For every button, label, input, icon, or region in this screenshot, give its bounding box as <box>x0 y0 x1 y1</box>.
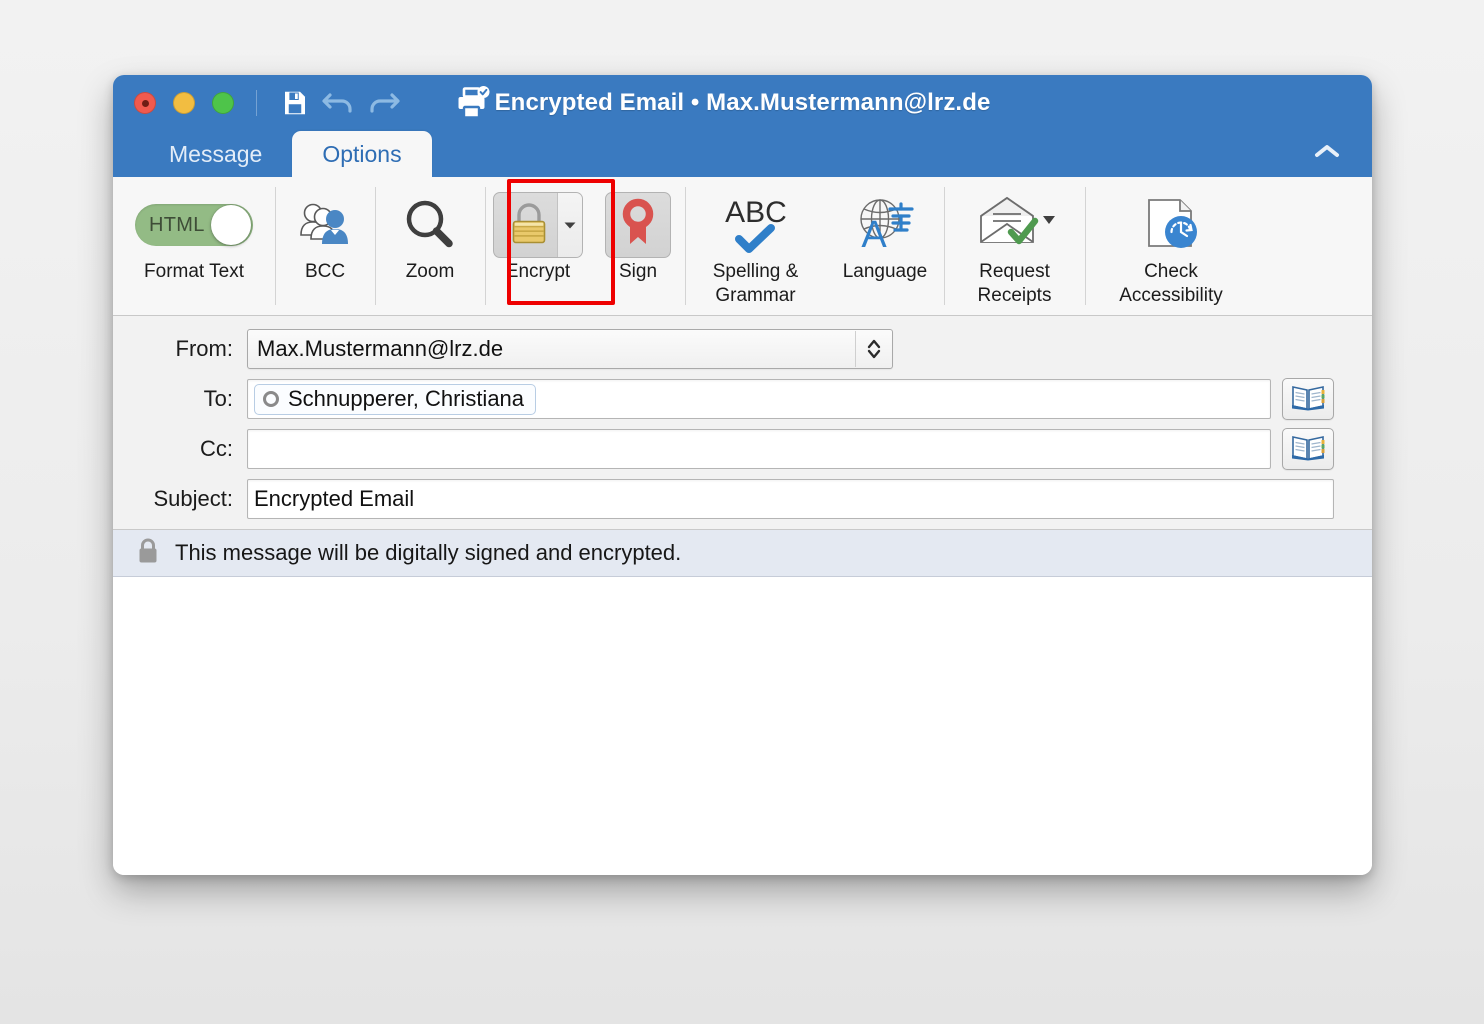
from-label: From: <box>113 336 247 362</box>
html-toggle-switch[interactable]: HTML <box>135 204 253 246</box>
spelling-grammar-button[interactable]: ABC Spelling & Grammar <box>685 177 826 315</box>
bcc-button[interactable]: BCC <box>275 177 375 315</box>
check-accessibility-label-line2: Accessibility <box>1119 284 1222 308</box>
window-title-text: Encrypted Email • Max.Mustermann@lrz.de <box>495 89 991 117</box>
padlock-icon <box>137 537 159 570</box>
address-book-icon <box>1291 433 1325 466</box>
cc-label: Cc: <box>113 436 247 462</box>
request-receipts-button[interactable]: Request Receipts <box>944 177 1085 315</box>
ribbon-tabstrip: Message Options <box>113 131 1372 177</box>
language-label: Language <box>843 260 928 284</box>
from-value: Max.Mustermann@lrz.de <box>257 336 503 362</box>
from-select[interactable]: Max.Mustermann@lrz.de <box>247 329 893 369</box>
ribbon-toolbar: HTML Format Text <box>113 177 1372 316</box>
encrypt-label: Encrypt <box>506 260 570 284</box>
message-header-fields: From: Max.Mustermann@lrz.de To: <box>113 316 1372 530</box>
print-button[interactable] <box>451 83 495 123</box>
sign-button[interactable]: Sign <box>591 177 685 315</box>
padlock-icon <box>504 197 554 254</box>
cc-input[interactable] <box>247 429 1271 469</box>
ribbon-group-format: HTML Format Text <box>113 177 275 315</box>
spelling-grammar-label-line2: Grammar <box>713 284 799 308</box>
printer-icon <box>455 86 491 120</box>
zoom-label: Zoom <box>406 260 455 284</box>
tab-message[interactable]: Message <box>139 131 292 177</box>
html-toggle[interactable]: HTML <box>135 191 253 259</box>
to-label: To: <box>113 386 247 412</box>
format-text-button[interactable]: HTML Format Text <box>113 177 275 315</box>
encrypt-toggle[interactable] <box>493 192 583 258</box>
chevron-up-icon <box>1314 143 1340 164</box>
recipient-name: Schnupperer, Christiana <box>288 386 524 412</box>
sign-label: Sign <box>619 260 657 284</box>
redo-button[interactable] <box>361 83 405 123</box>
subject-value: Encrypted Email <box>254 486 414 512</box>
ribbon-group-bcc: BCC <box>275 177 375 315</box>
subject-row: Subject: Encrypted Email <box>113 478 1372 520</box>
undo-button[interactable] <box>317 83 361 123</box>
svg-text:ABC: ABC <box>725 196 787 229</box>
floppy-disk-icon <box>280 88 310 118</box>
cc-address-book-button[interactable] <box>1282 428 1334 470</box>
chevron-updown-icon[interactable] <box>855 331 891 367</box>
toolbar-divider <box>256 90 257 116</box>
subject-label: Subject: <box>113 486 247 512</box>
svg-text:A: A <box>861 214 887 255</box>
ribbon-group-accessibility: Check Accessibility <box>1085 177 1257 315</box>
save-button[interactable] <box>273 83 317 123</box>
abc-checkmark-icon: ABC <box>715 191 797 259</box>
close-window-button[interactable] <box>134 92 156 114</box>
undo-arrow-icon <box>321 88 357 118</box>
envelope-check-icon <box>967 191 1063 259</box>
security-status-banner: This message will be digitally signed an… <box>113 530 1372 577</box>
ribbon-seal-icon <box>615 198 661 253</box>
sign-toggle[interactable] <box>605 192 671 258</box>
check-accessibility-button[interactable]: Check Accessibility <box>1085 177 1257 315</box>
zoom-window-button[interactable] <box>212 92 234 114</box>
globe-language-icon: A <box>852 191 918 259</box>
document-clock-icon <box>1133 191 1209 259</box>
minimize-window-button[interactable] <box>173 92 195 114</box>
message-body[interactable] <box>113 577 1372 875</box>
to-row: To: Schnupperer, Christiana <box>113 378 1372 420</box>
contact-presence-icon <box>263 391 279 407</box>
subject-input[interactable]: Encrypted Email <box>247 479 1334 519</box>
magnifier-icon <box>401 191 459 259</box>
ribbon-group-zoom: Zoom <box>375 177 485 315</box>
traffic-lights <box>134 92 234 114</box>
people-group-icon <box>293 191 357 259</box>
format-text-label: Format Text <box>144 260 244 284</box>
to-address-book-button[interactable] <box>1282 378 1334 420</box>
encrypt-button[interactable]: Encrypt <box>485 177 591 315</box>
address-book-icon <box>1291 383 1325 416</box>
ribbon-group-security: Encrypt Sign <box>485 177 685 315</box>
encrypt-dropdown-arrow[interactable] <box>557 193 582 257</box>
recipient-token[interactable]: Schnupperer, Christiana <box>254 384 536 415</box>
collapse-ribbon-button[interactable] <box>1310 138 1344 168</box>
ribbon-group-proofing: ABC Spelling & Grammar <box>685 177 944 315</box>
security-status-text: This message will be digitally signed an… <box>175 540 681 566</box>
spelling-grammar-label-line1: Spelling & <box>713 260 799 284</box>
toggle-knob <box>211 205 251 245</box>
to-input[interactable]: Schnupperer, Christiana <box>247 379 1271 419</box>
compose-window: Encrypted Email • Max.Mustermann@lrz.de … <box>113 75 1372 875</box>
html-toggle-label: HTML <box>149 214 205 237</box>
window-titlebar: Encrypted Email • Max.Mustermann@lrz.de <box>113 75 1372 131</box>
language-button[interactable]: A Language <box>826 177 944 315</box>
zoom-button[interactable]: Zoom <box>375 177 485 315</box>
request-receipts-label-line1: Request <box>978 260 1052 284</box>
redo-arrow-icon <box>365 88 401 118</box>
tab-options[interactable]: Options <box>292 131 431 177</box>
request-receipts-label-line2: Receipts <box>978 284 1052 308</box>
ribbon-group-receipts: Request Receipts <box>944 177 1085 315</box>
bcc-label: BCC <box>305 260 345 284</box>
check-accessibility-label-line1: Check <box>1119 260 1222 284</box>
cc-row: Cc: <box>113 428 1372 470</box>
from-row: From: Max.Mustermann@lrz.de <box>113 328 1372 370</box>
